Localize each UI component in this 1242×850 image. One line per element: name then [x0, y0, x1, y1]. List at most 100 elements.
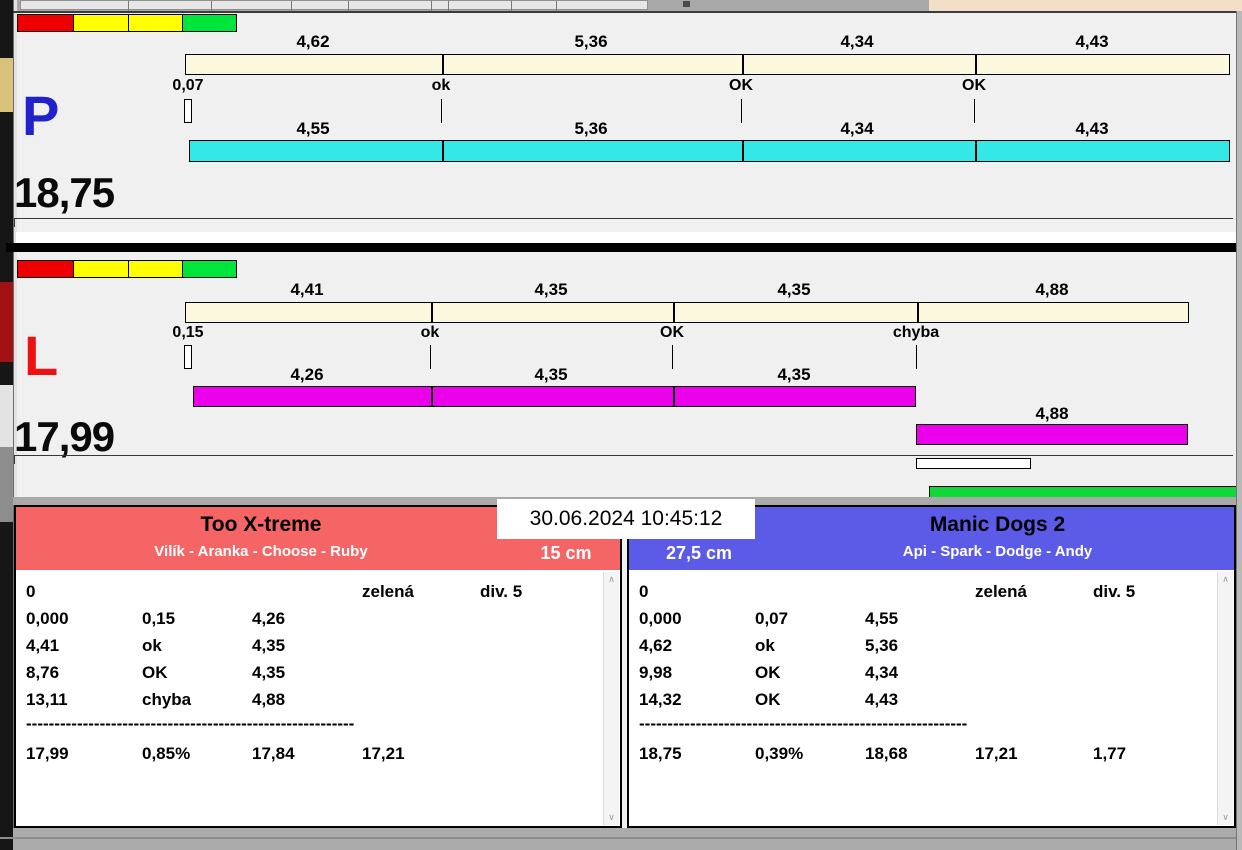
- cell: 4,62: [639, 636, 673, 655]
- cell: 9,98: [639, 663, 673, 682]
- cell: 0: [26, 582, 36, 601]
- split-divider: [917, 302, 919, 323]
- team-card-left: Too X-treme Vilík - Aranka - Choose - Ru…: [14, 505, 622, 828]
- cell: 4,43: [865, 690, 899, 709]
- toolbar-divider: [448, 1, 449, 11]
- reference-split-bar-l: [185, 302, 1189, 323]
- split-tick-line: [741, 99, 742, 123]
- split-marker-label: 0,15: [172, 324, 204, 341]
- cell: ok: [755, 636, 775, 655]
- split-marker-label: OK: [660, 324, 684, 341]
- cell: OK: [755, 690, 781, 709]
- cell: 5,36: [865, 636, 899, 655]
- line-end-tick: [14, 456, 15, 464]
- cell: [142, 578, 252, 605]
- cell: [1093, 605, 1203, 632]
- lane-letter-l: L: [24, 324, 59, 387]
- pending-split-outline-bar: [916, 458, 1031, 469]
- split-time-label: 4,34: [840, 119, 874, 138]
- split-marker-label: ok: [431, 77, 451, 94]
- split-time-label: 4,35: [777, 365, 811, 384]
- cell: 0,07: [755, 609, 789, 628]
- bottom-band-line: [0, 837, 1242, 839]
- background-desktop-artifact: [0, 282, 13, 362]
- split-tick-line: [974, 99, 975, 123]
- start-split-mini-bar: [184, 345, 192, 369]
- jump-height-badge: 15 cm: [540, 543, 592, 563]
- summary-row: 17,99 0,85% 17,84 17,21: [26, 740, 620, 767]
- cell: [1093, 686, 1203, 713]
- status-legend-l: [17, 260, 237, 278]
- reference-split-bar-p: [185, 54, 1230, 75]
- split-divider: [975, 140, 977, 162]
- team-split-bar-p: [189, 140, 1230, 162]
- split-time-label: 5,36: [574, 32, 608, 51]
- background-desktop-artifact: [0, 447, 13, 522]
- split-time-label: 4,62: [296, 32, 330, 51]
- scroll-down-button[interactable]: ∨: [1218, 810, 1233, 825]
- cell: [362, 605, 480, 632]
- cell: [362, 632, 480, 659]
- table-row: 14,32 OK 4,43: [639, 686, 1234, 713]
- cell: [865, 578, 975, 605]
- split-marker-label: OK: [729, 77, 753, 94]
- table-row: 0 zelená div. 5: [26, 578, 620, 605]
- cell: [362, 686, 480, 713]
- cell: [975, 659, 1093, 686]
- lane-divider-bar: [6, 243, 1236, 252]
- scrollbar[interactable]: ∧ ∨: [1217, 572, 1233, 825]
- lane-separator-line: [14, 218, 1233, 219]
- timing-app-window: 4,62 5,36 4,34 4,43 0,07 ok OK OK 4,55 5…: [0, 0, 1242, 850]
- cell: 8,76: [26, 663, 60, 682]
- cell: 17,21: [975, 744, 1018, 763]
- legend-red-cell: [17, 14, 74, 32]
- table-row: 8,76 OK 4,35: [26, 659, 620, 686]
- split-divider: [673, 386, 675, 407]
- legend-yellow-cell: [128, 260, 183, 278]
- lane-letter-p: P: [22, 84, 60, 147]
- split-tick-line: [441, 99, 442, 123]
- split-time-label: 4,35: [534, 280, 568, 299]
- legend-green-cell: [182, 260, 237, 278]
- split-time-label: 4,35: [777, 280, 811, 299]
- split-marker-label: 0,07: [172, 77, 204, 94]
- split-time-label: 4,88: [1035, 404, 1069, 423]
- legend-yellow-cell: [73, 260, 129, 278]
- cell: OK: [142, 663, 168, 682]
- split-time-label: 4,35: [534, 365, 568, 384]
- window-right-border: [1236, 11, 1242, 850]
- toolbar-divider: [348, 1, 349, 11]
- cell: [362, 659, 480, 686]
- cell: 4,34: [865, 663, 899, 682]
- scroll-up-button[interactable]: ∧: [604, 572, 619, 587]
- cell: 4,55: [865, 609, 899, 628]
- background-desktop-artifact: [0, 385, 13, 447]
- cell: [975, 686, 1093, 713]
- scrollbar[interactable]: ∧ ∨: [603, 572, 619, 825]
- summary-row: 18,75 0,39% 18,68 17,21 1,77: [639, 740, 1234, 767]
- table-row: 0,000 0,15 4,26: [26, 605, 620, 632]
- lane-separator-line: [14, 455, 1233, 456]
- datetime-display: 30.06.2024 10:45:12: [497, 499, 755, 539]
- table-row: 4,62 ok 5,36: [639, 632, 1234, 659]
- bottom-band: [13, 828, 1242, 850]
- scroll-down-button[interactable]: ∨: [604, 810, 619, 825]
- table-row: 13,11 chyba 4,88: [26, 686, 620, 713]
- cell: [480, 605, 590, 632]
- legend-yellow-cell: [73, 14, 129, 32]
- cell: 17,84: [252, 744, 295, 763]
- cell: zelená: [362, 582, 414, 601]
- cell: 18,75: [639, 744, 682, 763]
- split-time-label: 4,43: [1075, 32, 1109, 51]
- team-split-bar-l-segment4: [916, 424, 1188, 445]
- team-members: Vilík - Aranka - Choose - Ruby: [154, 543, 368, 560]
- status-legend-p: [17, 14, 237, 32]
- background-desktop-edge: [0, 0, 13, 850]
- results-table-left: 0 zelená div. 5 0,000 0,15 4,26 4,41 ok …: [16, 570, 620, 826]
- scroll-up-button[interactable]: ∧: [1218, 572, 1233, 587]
- cell: 4,41: [26, 636, 60, 655]
- total-time-p: 18,75: [14, 169, 115, 216]
- cell: [480, 686, 590, 713]
- cell: div. 5: [480, 582, 523, 601]
- split-divider: [975, 54, 977, 75]
